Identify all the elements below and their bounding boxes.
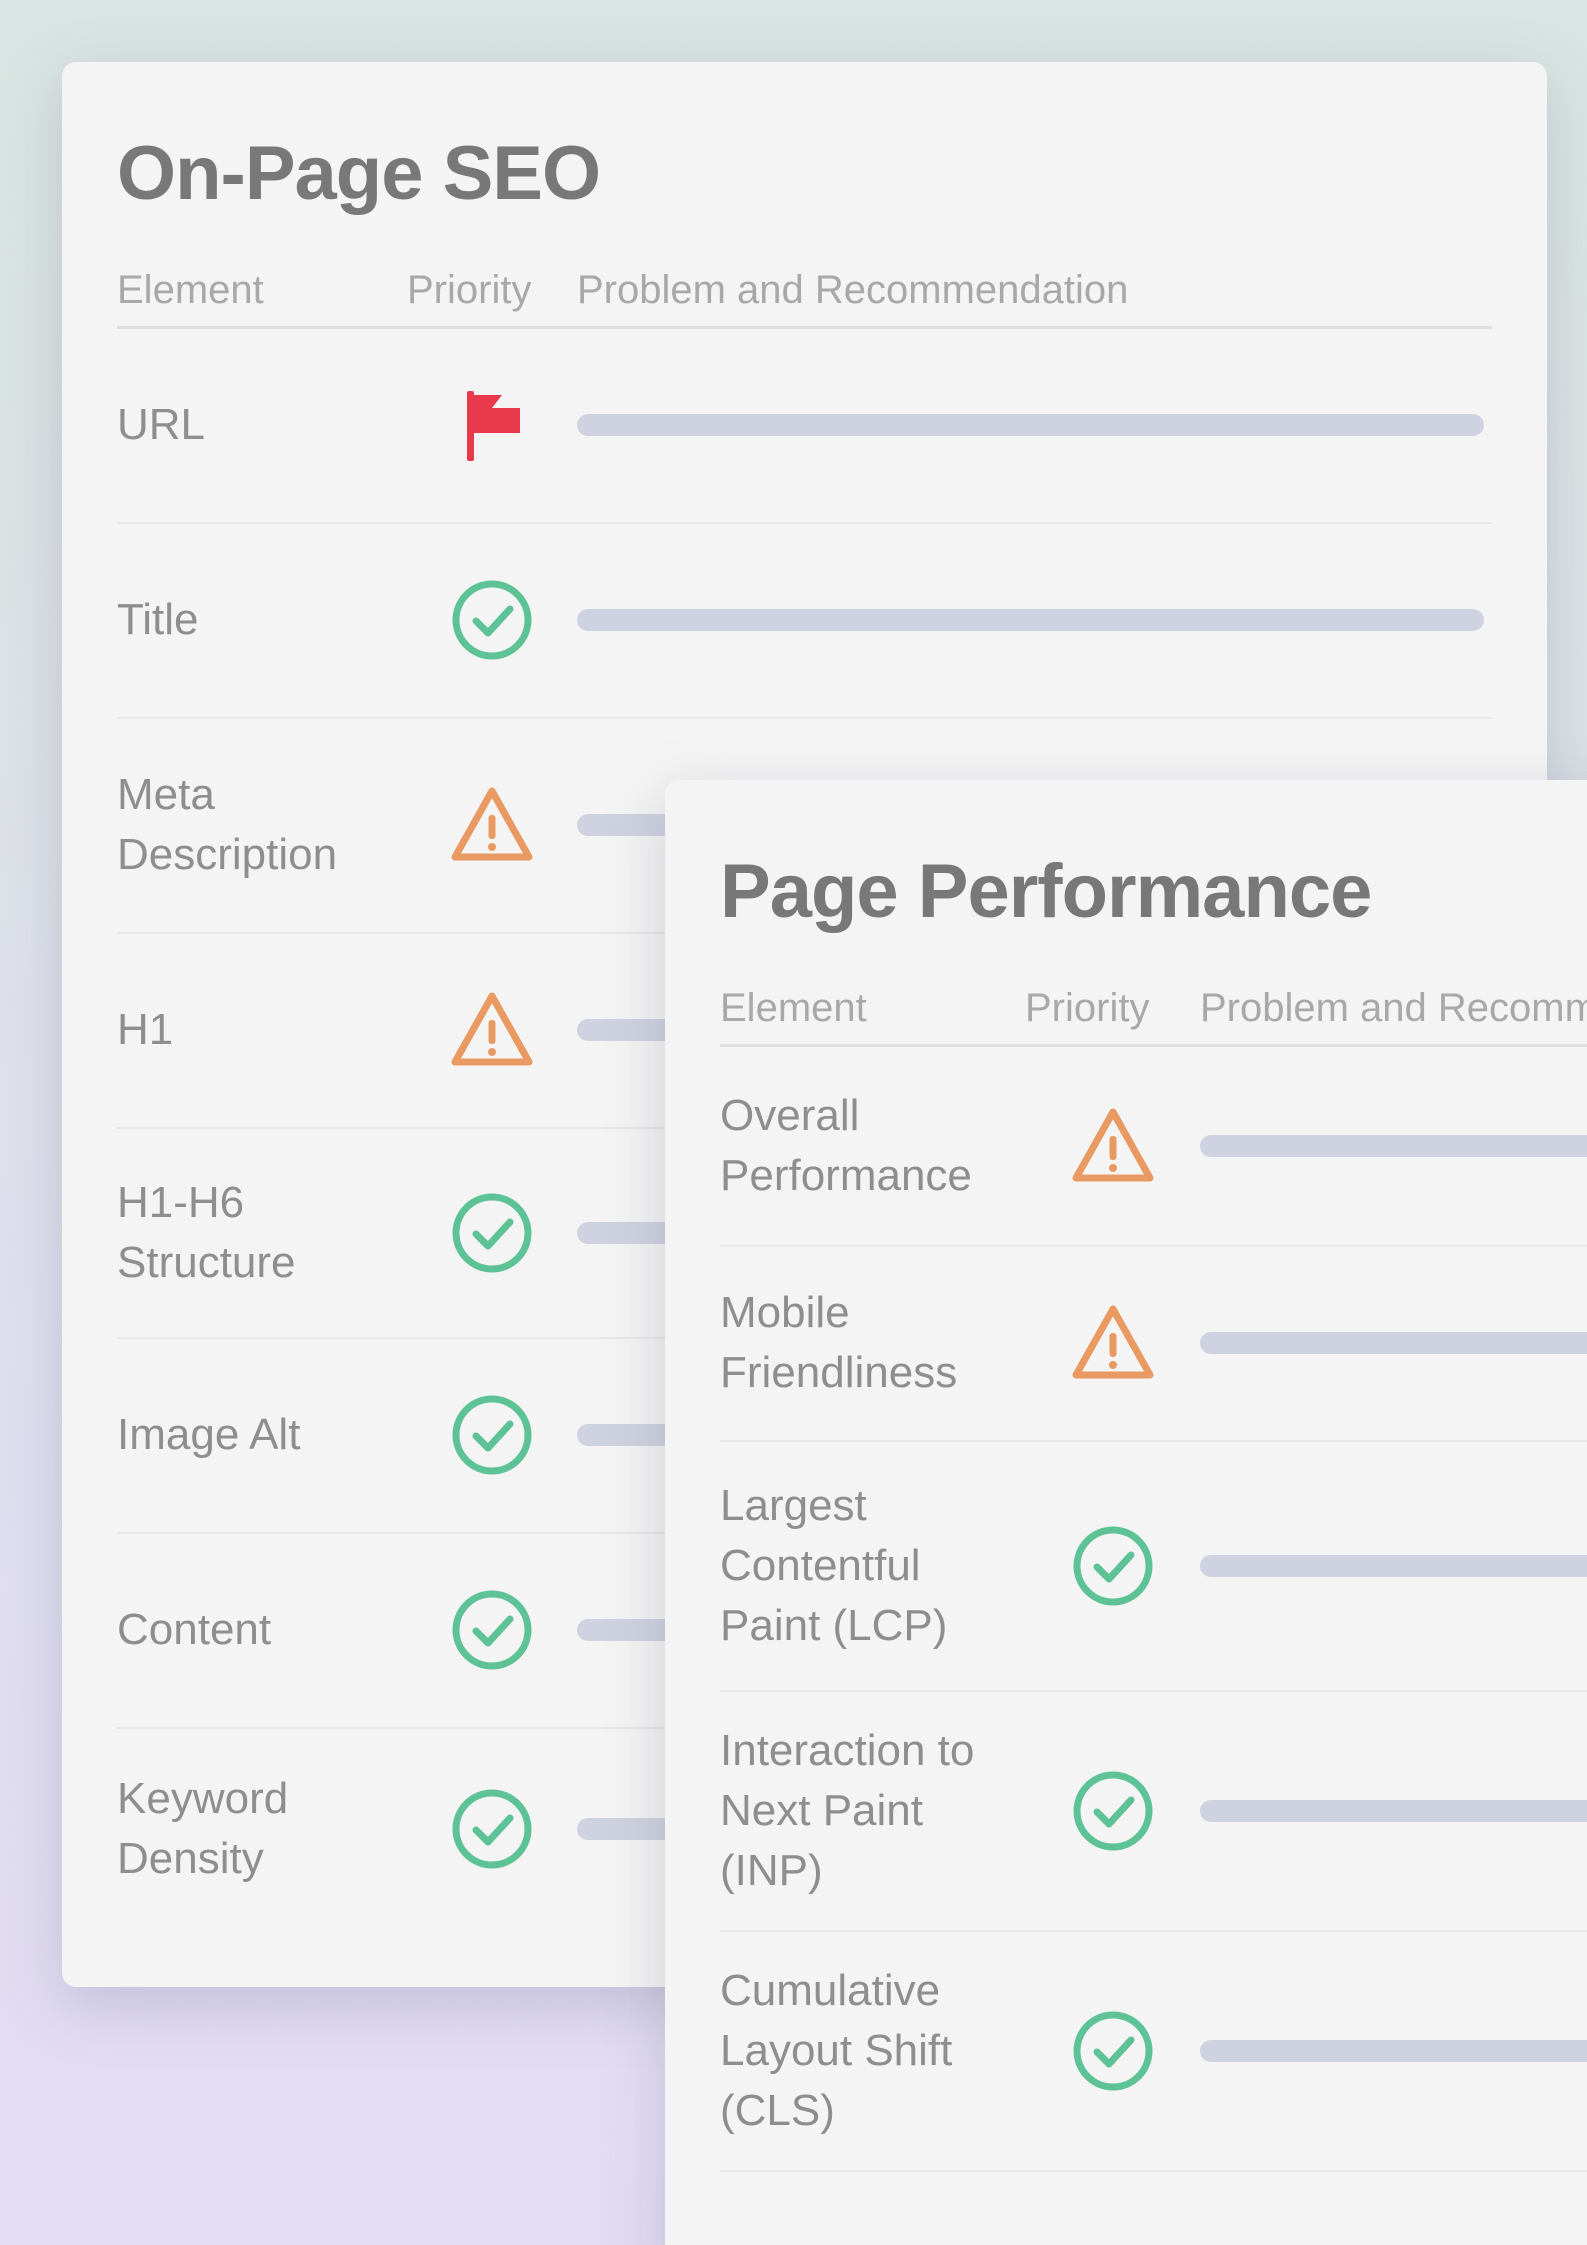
check-circle-icon [450,1588,534,1672]
warning-triangle-icon [449,785,535,865]
check-circle-icon [450,578,534,662]
check-circle-icon [450,1787,534,1871]
performance-card-title: Page Performance [720,849,1372,934]
seo-row-title[interactable]: Title [117,524,1492,719]
performance-header-element: Element [720,986,867,1031]
seo-row-element: Content [117,1605,272,1655]
seo-row-element: Meta Description [117,770,338,880]
seo-table-header: Element Priority Problem and Recommendat… [117,256,1492,329]
performance-row-overall[interactable]: Overall Performance [720,1047,1587,1247]
check-circle-icon [450,1191,534,1275]
recommendation-placeholder [577,609,1484,632]
seo-row-element: Image Alt [117,1410,301,1460]
seo-header-priority: Priority [407,268,532,313]
performance-header-priority: Priority [1025,986,1150,1031]
seo-row-element: Title [117,595,199,645]
warning-triangle-icon [1070,1303,1156,1383]
check-circle-icon [1071,1769,1155,1853]
performance-row-lcp[interactable]: Largest Contentful Paint (LCP) [720,1442,1587,1692]
recommendation-placeholder [1200,1554,1587,1577]
seo-row-element: H1-H6 Structure [117,1177,296,1287]
recommendation-placeholder [1200,2039,1587,2062]
recommendation-placeholder [1200,1134,1587,1157]
seo-row-element: Keyword Density [117,1773,289,1883]
recommendation-placeholder [1200,1332,1587,1355]
seo-row-element: H1 [117,1005,174,1055]
page-performance-card: Page Performance Element Priority Proble… [665,780,1587,2245]
seo-header-problem: Problem and Recommendation [577,268,1129,313]
seo-row-url[interactable]: URL [117,329,1492,524]
recommendation-placeholder [577,414,1484,437]
performance-row-element: Overall Performance [720,1090,972,1200]
check-circle-icon [1071,1524,1155,1608]
check-circle-icon [1071,2009,1155,2093]
warning-triangle-icon [449,990,535,1070]
performance-row-mobile[interactable]: Mobile Friendliness [720,1247,1587,1442]
performance-table-header: Element Priority Problem and Recommendat… [720,974,1587,1047]
performance-row-element: Mobile Friendliness [720,1288,958,1398]
performance-row-element: Largest Contentful Paint (LCP) [720,1480,948,1650]
performance-row-element: Cumulative Layout Shift (CLS) [720,1965,953,2135]
check-circle-icon [450,1393,534,1477]
seo-card-title: On-Page SEO [117,131,601,216]
seo-row-element: URL [117,400,206,450]
performance-row-cls[interactable]: Cumulative Layout Shift (CLS) [720,1932,1587,2172]
seo-header-element: Element [117,268,264,313]
performance-row-inp[interactable]: Interaction to Next Paint (INP) [720,1692,1587,1932]
recommendation-placeholder [1200,1799,1587,1822]
flag-icon [452,385,532,465]
warning-triangle-icon [1070,1106,1156,1186]
performance-header-problem: Problem and Recommendation [1200,986,1587,1031]
performance-row-element: Interaction to Next Paint (INP) [720,1725,975,1895]
